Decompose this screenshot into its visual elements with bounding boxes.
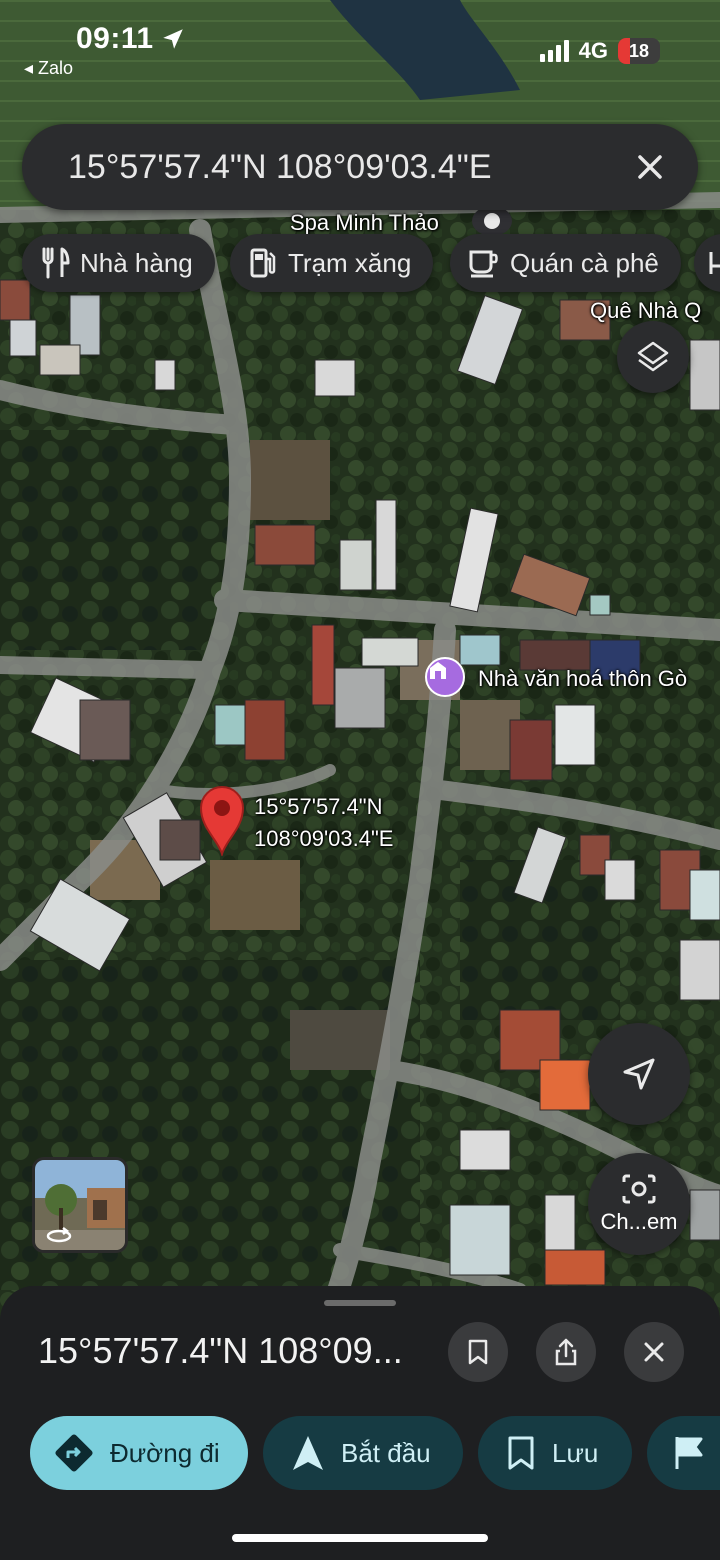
sheet-drag-handle[interactable] bbox=[324, 1300, 396, 1306]
poi-label-que-nha[interactable]: Quê Nhà Q bbox=[590, 298, 701, 324]
street-view-rotate-icon bbox=[46, 1227, 72, 1243]
flag-icon bbox=[675, 1437, 703, 1469]
place-title: 15°57'57.4"N 108°09... bbox=[38, 1330, 403, 1371]
bookmark-icon bbox=[508, 1436, 534, 1470]
search-input[interactable]: 15°57'57.4"N 108°09'03.4"E bbox=[68, 148, 628, 187]
chip-cafes[interactable]: Quán cà phê bbox=[450, 234, 681, 292]
hotel-icon bbox=[709, 252, 720, 274]
location-arrow-icon bbox=[163, 29, 183, 49]
search-bar[interactable]: 15°57'57.4"N 108°09'03.4"E bbox=[22, 124, 698, 210]
layers-button[interactable] bbox=[617, 321, 689, 393]
start-label: Bắt đầu bbox=[341, 1437, 431, 1468]
battery-icon: 18 bbox=[618, 38, 660, 64]
save-button[interactable]: Lưu bbox=[478, 1416, 632, 1490]
poi-label-cultural-house[interactable]: Nhà văn hoá thôn Gò bbox=[478, 666, 687, 692]
poi-spa-marker[interactable] bbox=[472, 206, 512, 236]
close-icon[interactable] bbox=[628, 145, 672, 189]
landmark-icon bbox=[430, 662, 446, 679]
close-icon bbox=[644, 1342, 664, 1362]
battery-level: 18 bbox=[628, 41, 650, 61]
coffee-icon bbox=[469, 250, 498, 278]
directions-icon bbox=[55, 1434, 93, 1472]
chip-gas-stations[interactable]: Trạm xăng bbox=[230, 234, 434, 292]
gas-station-icon bbox=[250, 248, 276, 278]
start-button[interactable]: Bắt đầu bbox=[263, 1416, 463, 1490]
status-time: 09:11 bbox=[76, 22, 154, 55]
pin-latitude-label: 15°57'57.4"N bbox=[254, 794, 383, 819]
share-button[interactable] bbox=[536, 1322, 596, 1382]
save-label: Lưu bbox=[552, 1437, 599, 1468]
directions-label: Đường đi bbox=[110, 1437, 220, 1468]
navigation-arrow-icon bbox=[623, 1058, 655, 1090]
poi-label-spa[interactable]: Spa Minh Thảo bbox=[290, 210, 439, 236]
chip-label: Nhà hàng bbox=[80, 247, 193, 278]
street-view-thumbnail[interactable] bbox=[32, 1157, 128, 1253]
place-bottom-sheet[interactable]: 15°57'57.4"N 108°09... Đường đi Bắt đầu bbox=[0, 1286, 720, 1560]
back-to-app-link[interactable]: ◂ Zalo bbox=[24, 58, 73, 79]
chip-restaurants[interactable]: Nhà hàng bbox=[22, 234, 215, 292]
save-icon-button[interactable] bbox=[448, 1322, 508, 1382]
share-icon bbox=[555, 1338, 577, 1366]
directions-button[interactable]: Đường đi bbox=[30, 1416, 248, 1490]
home-indicator[interactable] bbox=[232, 1534, 488, 1542]
network-type: 4G bbox=[578, 38, 608, 63]
pin-longitude-label: 108°09'03.4"E bbox=[254, 826, 394, 851]
chip-label: Trạm xăng bbox=[288, 247, 412, 278]
camera-search-icon bbox=[622, 1174, 656, 1204]
restaurant-icon bbox=[42, 247, 70, 279]
signal-icon bbox=[539, 40, 569, 62]
navigation-start-icon bbox=[293, 1436, 323, 1470]
chip-label: Quán cà phê bbox=[510, 247, 659, 278]
bookmark-icon bbox=[468, 1339, 488, 1365]
layers-icon bbox=[637, 341, 669, 372]
map-pin-icon bbox=[199, 786, 245, 856]
status-indicators: 4G 18 bbox=[539, 38, 660, 64]
lens-label: Ch...em bbox=[600, 1209, 678, 1234]
close-sheet-button[interactable] bbox=[624, 1322, 684, 1382]
lens-button[interactable]: Ch...em bbox=[588, 1153, 690, 1255]
label-button[interactable] bbox=[647, 1416, 720, 1490]
poi-cultural-house-marker[interactable] bbox=[425, 657, 465, 697]
my-location-button[interactable] bbox=[588, 1023, 690, 1125]
dropped-pin[interactable] bbox=[197, 784, 247, 856]
